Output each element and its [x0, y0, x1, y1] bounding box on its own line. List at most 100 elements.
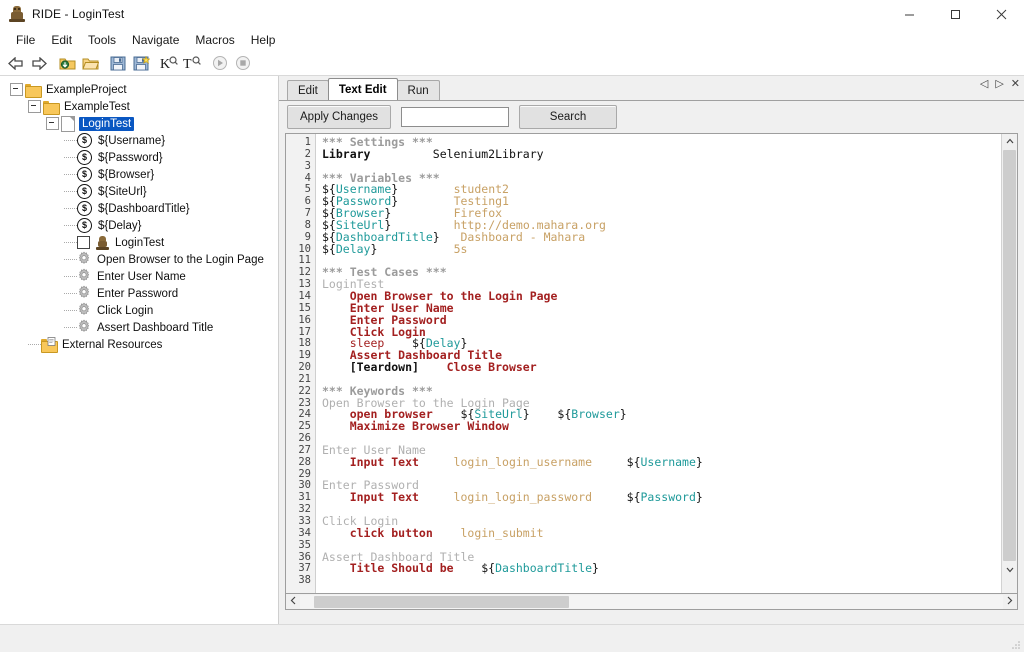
code-token: }	[695, 454, 703, 469]
prev-pane-icon[interactable]: ◁	[980, 79, 988, 90]
horizontal-scroll-thumb[interactable]	[314, 595, 569, 608]
line-number-gutter: 1 2 3 4 5 6 7 8 9 10 11 12 13 14 15 16 17 18 19 20 21 22 23 24 2…	[286, 134, 316, 593]
tree-node-label: Click Login	[97, 304, 154, 317]
menu-edit[interactable]: Edit	[43, 31, 80, 49]
scroll-left-icon[interactable]	[286, 596, 300, 607]
run-icon[interactable]	[209, 52, 231, 74]
tree-node-label: ${Browser}	[98, 168, 155, 181]
tree-expander-icon[interactable]	[28, 100, 41, 113]
open-directory-icon[interactable]	[79, 52, 101, 74]
tree-node[interactable]: ExampleTest	[0, 98, 278, 115]
code-token: }	[619, 407, 627, 422]
tree-node[interactable]: Click Login	[0, 302, 278, 319]
robot-icon	[96, 235, 109, 250]
next-pane-icon[interactable]: ▷	[995, 79, 1003, 90]
code-line: ${Delay} 5s	[322, 243, 1001, 256]
save-all-icon[interactable]	[130, 52, 152, 74]
minimize-button[interactable]	[886, 0, 932, 28]
tree-node[interactable]: $ ${DashboardTitle}	[0, 200, 278, 217]
keyword-gear-icon	[77, 285, 91, 302]
tree-node[interactable]: $ ${SiteUrl}	[0, 183, 278, 200]
code-editor[interactable]: 1 2 3 4 5 6 7 8 9 10 11 12 13 14 15 16 17 18 19 20 21 22 23 24 2…	[285, 133, 1018, 594]
search-input[interactable]	[401, 107, 509, 127]
vertical-scroll-thumb[interactable]	[1003, 150, 1016, 561]
menu-tools[interactable]: Tools	[80, 31, 124, 49]
tree-node-label: ${Password}	[98, 151, 163, 164]
line-number: 35	[298, 538, 311, 551]
tree-node[interactable]: Enter User Name	[0, 268, 278, 285]
editor-vertical-scrollbar[interactable]	[1001, 134, 1017, 593]
tree-expander-icon[interactable]	[10, 83, 23, 96]
search-tests-icon[interactable]: T	[181, 52, 203, 74]
tree-node[interactable]: External Resources	[0, 336, 278, 353]
variable-icon: $	[77, 133, 92, 148]
forward-icon[interactable]	[28, 52, 50, 74]
tree-node[interactable]: $ ${Password}	[0, 149, 278, 166]
menu-macros[interactable]: Macros	[187, 31, 242, 49]
menu-navigate[interactable]: Navigate	[124, 31, 187, 49]
tab-text-edit[interactable]: Text Edit	[327, 78, 398, 100]
menu-file[interactable]: File	[8, 31, 43, 49]
close-button[interactable]	[978, 0, 1024, 28]
open-project-icon[interactable]	[56, 52, 78, 74]
code-token: Browser	[571, 407, 620, 422]
scroll-up-icon[interactable]	[1002, 134, 1017, 148]
tree-node[interactable]: $ ${Browser}	[0, 166, 278, 183]
tree-node[interactable]: Assert Dashboard Title	[0, 319, 278, 336]
code-token: }	[695, 490, 703, 505]
scroll-right-icon[interactable]	[1003, 596, 1017, 607]
tree-node-label: ${DashboardTitle}	[98, 202, 190, 215]
tab-edit[interactable]: Edit	[287, 80, 329, 100]
line-number: 2	[304, 147, 311, 160]
keyword-gear-icon	[78, 302, 90, 315]
svg-text:T: T	[183, 57, 192, 71]
line-number: 3	[304, 159, 311, 172]
search-keyword-icon[interactable]: K	[158, 52, 180, 74]
stop-icon[interactable]	[232, 52, 254, 74]
tree-node-label: Open Browser to the Login Page	[97, 253, 264, 266]
tree-node[interactable]: LoginTest	[0, 234, 278, 251]
tree-node[interactable]: $ ${Username}	[0, 132, 278, 149]
tree-connector	[64, 258, 77, 261]
editor-horizontal-scrollbar[interactable]	[285, 594, 1018, 610]
tab-run[interactable]: Run	[396, 80, 440, 100]
close-pane-icon[interactable]: ✕	[1011, 79, 1020, 90]
back-icon[interactable]	[5, 52, 27, 74]
code-line: Input Text login_login_password ${Passwo…	[322, 490, 1001, 505]
variable-icon: $	[77, 150, 92, 165]
main-toolbar: K T	[0, 51, 1024, 76]
editor-action-row: Apply Changes Search	[279, 101, 1024, 133]
tab-row-filler	[439, 99, 1024, 100]
tree-node[interactable]: LoginTest	[0, 115, 278, 132]
tree-node[interactable]: $ ${Delay}	[0, 217, 278, 234]
tree-node[interactable]: Enter Password	[0, 285, 278, 302]
window-title: RIDE - LoginTest	[32, 7, 125, 21]
line-number: 34	[298, 526, 311, 539]
tree-node-label: ExampleProject	[46, 83, 127, 96]
code-token: Selenium2Library	[370, 146, 544, 161]
tree-node[interactable]: ExampleProject	[0, 81, 278, 98]
scroll-down-icon[interactable]	[1002, 563, 1017, 577]
maximize-button[interactable]	[932, 0, 978, 28]
svg-text:K: K	[160, 57, 170, 71]
folder-icon	[25, 83, 42, 98]
code-token: Maximize Browser Window	[322, 419, 509, 434]
apply-changes-button[interactable]: Apply Changes	[287, 105, 391, 129]
testcase-checkbox[interactable]	[77, 236, 90, 249]
project-tree[interactable]: ExampleProject ExampleTest LoginTest $ ${Use…	[0, 76, 278, 624]
variable-icon: $	[77, 218, 92, 233]
tree-node[interactable]: Open Browser to the Login Page	[0, 251, 278, 268]
search-button[interactable]: Search	[519, 105, 617, 129]
code-token: Library	[322, 146, 371, 161]
menu-help[interactable]: Help	[243, 31, 284, 49]
code-token: ${	[592, 490, 641, 505]
testcase-icon	[77, 235, 109, 250]
tree-connector	[64, 190, 77, 193]
code-text[interactable]: *** Settings *** Library Selenium2Library…	[316, 134, 1001, 593]
save-icon[interactable]	[107, 52, 129, 74]
tree-expander-icon[interactable]	[46, 117, 59, 130]
horizontal-scroll-track[interactable]	[300, 594, 1003, 609]
